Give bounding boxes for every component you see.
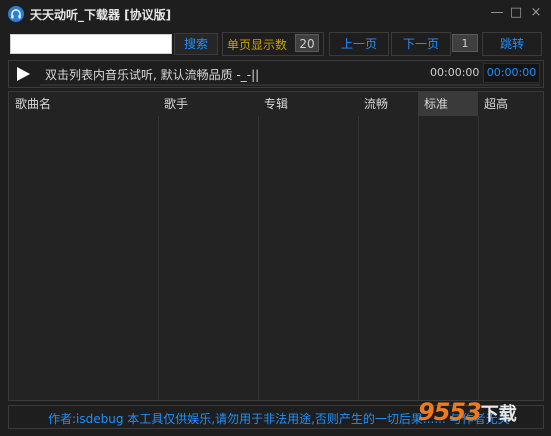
column-divider (418, 116, 419, 400)
current-time: 00:00:00 (430, 66, 480, 79)
close-button[interactable]: × (527, 5, 545, 21)
window-title: 天天动听_下载器 [协议版] (30, 8, 172, 22)
progress-bar[interactable] (40, 84, 540, 86)
column-header-smooth[interactable]: 流畅 (358, 92, 418, 116)
play-icon[interactable] (12, 64, 34, 84)
headphones-icon (8, 6, 24, 22)
column-header-album[interactable]: 专辑 (258, 92, 358, 116)
watermark-logo: 9553下载 (418, 398, 517, 426)
page-number-input[interactable]: 1 (452, 34, 478, 52)
column-divider (158, 116, 159, 400)
column-divider (258, 116, 259, 400)
watermark-digits: 9553 (418, 398, 482, 426)
per-page-label: 单页显示数 (227, 38, 288, 52)
jump-button[interactable]: 跳转 (482, 32, 542, 56)
column-divider (478, 116, 479, 400)
column-divider (358, 116, 359, 400)
total-time: 00:00:00 (483, 63, 540, 83)
maximize-button[interactable]: □ (507, 5, 525, 21)
column-header-artist[interactable]: 歌手 (158, 92, 258, 116)
minimize-button[interactable]: — (488, 5, 506, 21)
column-header-song[interactable]: 歌曲名 (9, 92, 158, 116)
column-header-standard[interactable]: 标准 (418, 92, 478, 116)
prev-page-button[interactable]: 上一页 (329, 32, 389, 56)
next-page-button[interactable]: 下一页 (391, 32, 451, 56)
player-status-text: 双击列表内音乐试听, 默认流畅品质 -_-|| (45, 68, 260, 82)
song-table[interactable]: 歌曲名 歌手 专辑 流畅 标准 超高 (8, 91, 544, 401)
watermark-text: 下载 (480, 404, 517, 425)
search-button[interactable]: 搜索 (174, 33, 218, 55)
title-bar: 天天动听_下载器 [协议版] — □ × (0, 0, 551, 28)
column-header-high[interactable]: 超高 (478, 92, 543, 116)
per-page-input[interactable]: 20 (295, 34, 319, 52)
search-input[interactable] (10, 34, 172, 54)
